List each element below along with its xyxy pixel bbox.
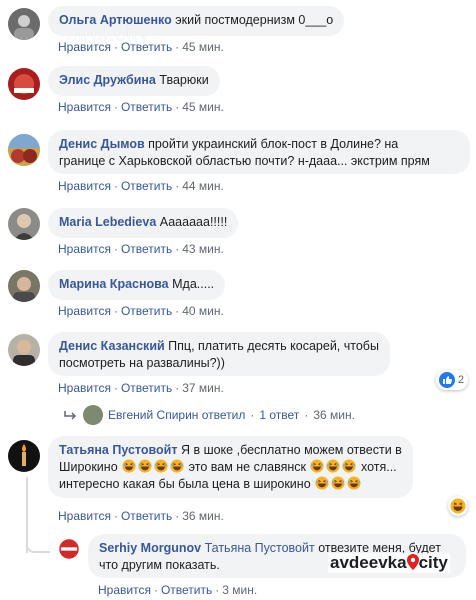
laughing-emoji-icon [122, 459, 136, 473]
reaction-number: 2 [457, 374, 464, 386]
like-link[interactable]: Нравится [58, 304, 111, 318]
timestamp[interactable]: 45 мин. [182, 40, 224, 54]
comment-text-line2a: Широкино [59, 460, 118, 474]
comment-bubble: Марина Краснова Мда..... [48, 270, 226, 300]
location-pin-icon [406, 554, 419, 570]
comment-text: Мда..... [172, 277, 215, 291]
replies-thread-link[interactable]: Евгений Спирин ответил · 1 ответ · 36 ми… [64, 405, 355, 425]
timestamp[interactable]: 43 мин. [182, 242, 224, 256]
comment-author[interactable]: Денис Дымов [59, 137, 145, 151]
laughing-emoji-icon [170, 459, 184, 473]
avatar[interactable] [56, 536, 82, 562]
like-link[interactable]: Нравится [58, 179, 111, 193]
reaction-count[interactable]: 2 [435, 370, 468, 390]
comment-bubble: Денис Дымов пройти украинский блок-пост … [48, 130, 470, 174]
reply-link[interactable]: Ответить [121, 100, 172, 114]
timestamp[interactable]: 45 мин. [182, 100, 224, 114]
timestamp[interactable]: 40 мин. [182, 304, 224, 318]
laughing-emoji-icon [326, 459, 341, 473]
timestamp[interactable]: 3 мин. [222, 583, 257, 597]
timestamp[interactable]: 44 мин. [182, 179, 224, 193]
comment-text: экий постмодернизм 0___o [175, 13, 334, 27]
comment-bubble: Maria Lebedieva Ааааааа!!!!! [48, 208, 239, 238]
reply-link[interactable]: Ответить [121, 304, 172, 318]
comment-text: Ааааааа!!!!! [159, 215, 228, 229]
comment-author[interactable]: Татьяна Пустовойт [59, 443, 177, 457]
comment-author[interactable]: Maria Lebedieva [59, 215, 156, 229]
comment-meta: Нравится · Ответить · 43 мин. [58, 242, 224, 256]
avatar[interactable] [8, 134, 40, 166]
like-link[interactable]: Нравится [58, 100, 111, 114]
watermark-avdeevka: avdeevka city [328, 553, 450, 573]
comment-text-line1: пройти украинский блок-пост в Долине? на [148, 137, 399, 151]
like-reaction-icon [438, 372, 455, 388]
avatar[interactable] [8, 208, 40, 240]
laughing-emoji-icon [342, 459, 357, 473]
comment-text: Тварюки [159, 73, 209, 87]
comment-author[interactable]: Serhiy Morgunov [99, 541, 201, 555]
reply-link[interactable]: Ответить [121, 242, 172, 256]
comment-bubble: Татьяна Пустовойт Я в шоке ,бесплатно мо… [48, 436, 413, 498]
laughing-emoji-icon [310, 459, 325, 473]
laughing-emoji-group [309, 459, 357, 474]
like-link[interactable]: Нравится [58, 242, 111, 256]
replier-name[interactable]: Евгений Спирин ответил [108, 408, 245, 422]
timestamp[interactable]: 37 мин. [182, 381, 224, 395]
comment-text-line3: интересно какая бы была цена в широкино [59, 477, 311, 491]
reaction-haha[interactable] [448, 496, 468, 516]
comment-meta: Нравится · Ответить · 37 мин. [58, 381, 224, 395]
like-link[interactable]: Нравится [58, 381, 111, 395]
timestamp[interactable]: 36 мин. [182, 509, 224, 523]
comment-meta: Нравится · Ответить · 40 мин. [58, 304, 224, 318]
haha-reaction-icon [450, 498, 466, 514]
mention[interactable]: Татьяна Пустовойт [205, 541, 315, 555]
comment-meta: Нравится · Ответить · 44 мин. [58, 179, 224, 193]
laughing-emoji-group [121, 459, 185, 474]
comment-author[interactable]: Денис Казанский [59, 339, 165, 353]
thread-connector-elbow [26, 541, 50, 553]
like-link[interactable]: Нравится [98, 583, 151, 597]
comment-meta: Нравится · Ответить · 45 мин. [58, 100, 224, 114]
avatar[interactable] [8, 68, 40, 100]
reply-count[interactable]: 1 ответ [259, 408, 299, 422]
avatar[interactable] [8, 440, 40, 472]
comment-text-line1: Я в шоке ,бесплатно можем отвести в [180, 443, 402, 457]
watermark-mrpl: mrpl.city [66, 24, 150, 46]
comment-text-line1: Ппц, платить десять косарей, чтобы [168, 339, 379, 353]
comment-text-line2: границе с Харьковской областью почти? н-… [59, 154, 430, 168]
laughing-emoji-icon [347, 476, 361, 490]
comment-author[interactable]: Марина Краснова [59, 277, 169, 291]
laughing-emoji-icon [138, 459, 152, 473]
comment-bubble: Элис Дружбина Тварюки [48, 66, 220, 96]
comment-text-line2: посмотреть на развалины?)) [59, 356, 225, 370]
comment-meta: Нравится · Ответить · 3 мин. [98, 583, 258, 597]
reply-arrow-icon [64, 411, 77, 420]
reply-link[interactable]: Ответить [121, 179, 172, 193]
laughing-emoji-icon [331, 476, 345, 490]
avatar[interactable] [8, 334, 40, 366]
like-link[interactable]: Нравится [58, 509, 111, 523]
reply-link[interactable]: Ответить [121, 509, 172, 523]
laughing-emoji-icon [154, 459, 168, 473]
avatar [83, 405, 103, 425]
avatar[interactable] [8, 8, 40, 40]
comment-text-line2c: хотя... [360, 460, 397, 474]
avatar[interactable] [8, 270, 40, 302]
comment-meta: Нравится · Ответить · 36 мин. [58, 509, 224, 523]
reply-link[interactable]: Ответить [121, 381, 172, 395]
comment-text-line2b: это вам не славянск [188, 460, 306, 474]
comment-author[interactable]: Элис Дружбина [59, 73, 156, 87]
laughing-emoji-group [314, 476, 362, 491]
comment-bubble: Денис Казанский Ппц, платить десять коса… [48, 332, 390, 376]
timestamp: 36 мин. [313, 408, 355, 422]
reply-link[interactable]: Ответить [161, 583, 212, 597]
laughing-emoji-icon [315, 476, 329, 490]
